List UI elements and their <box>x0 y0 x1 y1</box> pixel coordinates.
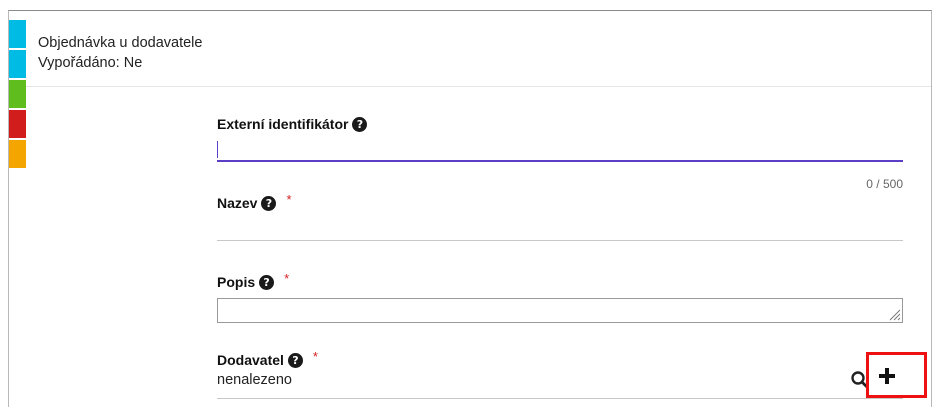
description-label: Popis ? * <box>217 270 290 291</box>
name-label: Nazev ? * <box>217 191 292 212</box>
supplier-value: nenalezeno <box>217 372 292 388</box>
description-textarea[interactable] <box>217 298 903 323</box>
plus-icon <box>879 368 895 384</box>
character-counter: 0 / 500 <box>866 177 903 191</box>
status-segment-blue <box>9 20 26 48</box>
name-input[interactable] <box>217 240 903 241</box>
required-mark: * <box>312 348 318 364</box>
status-segment-red <box>9 110 26 138</box>
supplier-label-text: Dodavatel <box>217 352 284 368</box>
status-color-strip <box>9 20 26 170</box>
supplier-label: Dodavatel ? * <box>217 348 318 369</box>
question-circle-icon[interactable]: ? <box>352 116 368 132</box>
settlement-status: Vypořádáno: Ne <box>38 55 143 71</box>
header-divider <box>26 86 931 87</box>
question-circle-icon[interactable]: ? <box>259 274 275 290</box>
text-cursor <box>217 141 218 158</box>
resize-handle-icon[interactable] <box>888 308 901 321</box>
required-mark: * <box>286 191 292 207</box>
external-id-label: Externí identifikátor ? <box>217 116 368 132</box>
description-label-text: Popis <box>217 274 256 290</box>
status-segment-blue <box>9 50 26 78</box>
supplier-input[interactable] <box>217 398 903 399</box>
status-segment-green <box>9 80 26 108</box>
record-header: Objednávka u dodavatele Vypořádáno: Ne <box>38 33 202 73</box>
record-title: Objednávka u dodavatele <box>38 35 203 51</box>
name-label-text: Nazev <box>217 195 258 211</box>
status-segment-orange <box>9 140 26 168</box>
question-circle-icon[interactable]: ? <box>287 352 303 368</box>
external-id-input[interactable] <box>217 160 903 162</box>
add-supplier-button[interactable] <box>876 365 898 387</box>
question-circle-icon[interactable]: ? <box>261 195 277 211</box>
required-mark: * <box>284 270 290 286</box>
external-id-label-text: Externí identifikátor <box>217 116 349 132</box>
